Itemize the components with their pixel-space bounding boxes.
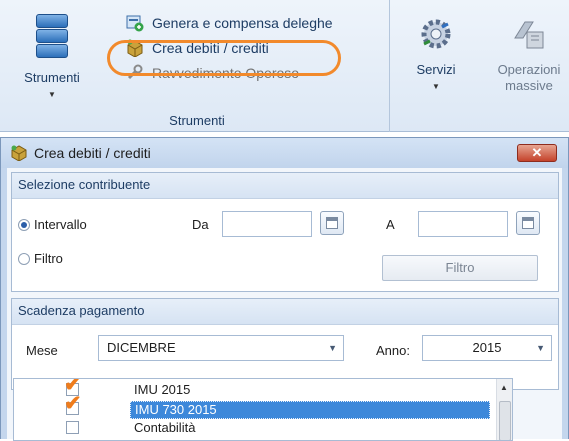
dialog-title: Crea debiti / crediti (34, 145, 151, 161)
scroll-up-arrow-icon[interactable]: ▲ (500, 383, 508, 392)
mese-label: Mese (26, 343, 58, 358)
highlight-annotation (107, 40, 341, 76)
list-item[interactable]: ✔ IMU 2015 (14, 379, 496, 399)
genera-compensa-deleghe-label: Genera e compensa deleghe (152, 14, 333, 31)
close-button[interactable]: ✕ (517, 144, 557, 162)
batch-operations-icon (509, 14, 549, 54)
radio-intervallo-dot[interactable] (18, 218, 30, 231)
list-item-label: IMU 2015 (134, 382, 191, 397)
crea-debiti-crediti-dialog: Crea debiti / crediti ✕ Selezione contri… (0, 137, 569, 441)
chevron-down-icon: ▼ (328, 343, 337, 353)
radio-intervallo[interactable]: Intervallo (18, 217, 87, 232)
list-item[interactable]: Contabilità (14, 419, 496, 437)
box-icon (10, 145, 28, 162)
ribbon: Strumenti ▼ Genera e compensa deleghe Cr… (0, 0, 569, 132)
da-calendar-button[interactable] (320, 211, 344, 235)
list-item-label: Contabilità (134, 420, 196, 435)
selezione-contribuente-header: Selezione contribuente (12, 173, 558, 199)
voci-checklist[interactable]: ✔ IMU 2015 ✔ IMU 730 2015 Contabilità ▲ (13, 378, 513, 441)
operazioni-button-label-line2: massive (505, 78, 553, 93)
chevron-down-icon: ▼ (536, 343, 545, 353)
filtro-button[interactable]: Filtro (382, 255, 538, 281)
dialog-titlebar[interactable]: Crea debiti / crediti ✕ (1, 138, 568, 168)
ribbon-group-caption: Strumenti (169, 113, 225, 128)
operazioni-button-label-line1: Operazioni (497, 62, 561, 77)
generate-icon (126, 14, 144, 32)
servizi-button-label: Servizi (416, 62, 456, 77)
scadenza-pagamento-group: Scadenza pagamento Mese DICEMBRE ▼ Anno:… (11, 298, 559, 390)
strumenti-dropdown-button[interactable]: Strumenti ▼ (12, 8, 92, 100)
list-item-checkbox[interactable] (66, 421, 79, 434)
anno-label: Anno: (376, 343, 410, 358)
anno-select[interactable]: 2015 ▼ (422, 335, 552, 361)
scroll-thumb[interactable] (499, 401, 511, 440)
radio-filtro-label: Filtro (34, 251, 63, 266)
list-item-label: IMU 730 2015 (130, 401, 490, 419)
strumenti-button-label: Strumenti (24, 70, 80, 85)
list-scrollbar[interactable]: ▲ (496, 379, 512, 440)
chevron-down-icon: ▼ (432, 82, 440, 91)
scadenza-pagamento-header: Scadenza pagamento (12, 299, 558, 325)
genera-compensa-deleghe-button[interactable]: Genera e compensa deleghe (126, 10, 333, 35)
da-input[interactable] (222, 211, 312, 237)
selezione-contribuente-group: Selezione contribuente Intervallo Da A F… (11, 172, 559, 292)
server-icon (32, 12, 72, 62)
chevron-down-icon: ▼ (48, 90, 56, 99)
radio-intervallo-label: Intervallo (34, 217, 87, 232)
calendar-icon (522, 217, 534, 229)
radio-filtro[interactable]: Filtro (18, 251, 63, 266)
mese-select[interactable]: DICEMBRE ▼ (98, 335, 344, 361)
a-label: A (386, 217, 395, 232)
mese-select-value: DICEMBRE (107, 340, 176, 355)
a-input[interactable] (418, 211, 508, 237)
anno-select-value: 2015 (472, 340, 502, 355)
a-calendar-button[interactable] (516, 211, 540, 235)
check-icon: ✔ (64, 392, 82, 415)
calendar-icon (326, 217, 338, 229)
da-label: Da (192, 217, 209, 232)
close-icon: ✕ (531, 145, 543, 160)
servizi-dropdown-button[interactable]: Servizi ▼ (404, 8, 468, 92)
list-item-selected[interactable]: ✔ IMU 730 2015 (14, 393, 496, 419)
operazioni-massive-button[interactable]: Operazioni massive (484, 8, 569, 94)
gear-icon (416, 14, 456, 54)
radio-filtro-dot[interactable] (18, 252, 30, 265)
